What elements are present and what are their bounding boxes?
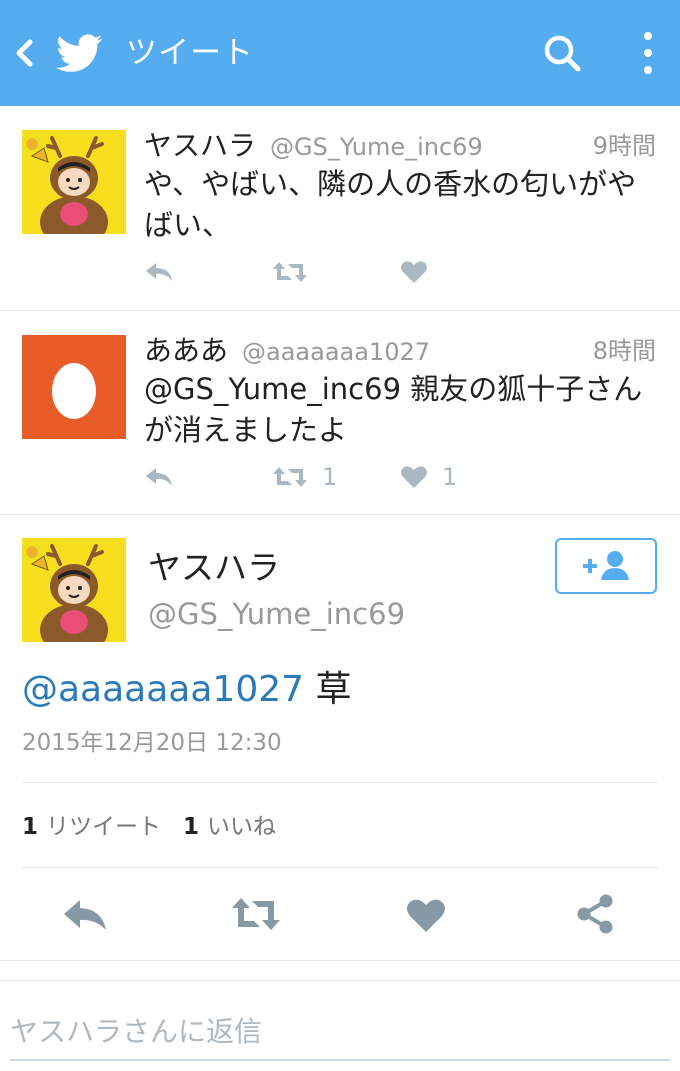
tweet-item[interactable]: あああ @aaaaaaa1027 8時間 @GS_Yume_inc69 親友の狐… (0, 311, 680, 515)
reply-button[interactable] (144, 254, 174, 290)
add-user-icon (583, 551, 629, 580)
reply-icon (146, 468, 172, 486)
like-count: 1 (442, 463, 458, 491)
retweet-count: 1 (322, 463, 338, 491)
retweet-count: 1 (22, 814, 39, 840)
reply-composer (0, 980, 680, 1071)
detail-author-handle: @GS_Yume_inc69 (148, 597, 406, 631)
tweet-text: @GS_Yume_inc69 親友の狐十子さんが消えましたよ (144, 372, 643, 447)
tweet-author-handle: @aaaaaaa1027 (242, 338, 431, 366)
heart-icon (401, 261, 427, 283)
twitter-bird-icon (56, 30, 104, 76)
divider (0, 960, 680, 961)
tweet-author-name[interactable]: ヤスハラ (144, 128, 256, 164)
detail-tweet-text: @aaaaaaa1027 草 (22, 666, 352, 714)
like-label[interactable]: いいね (207, 814, 276, 840)
heart-icon (401, 466, 427, 488)
reply-button[interactable] (62, 890, 108, 938)
follow-button[interactable] (555, 538, 657, 594)
default-egg-avatar[interactable] (22, 335, 126, 439)
heart-icon (407, 899, 445, 932)
retweet-label[interactable]: リツイート (46, 814, 161, 840)
tweet-stats: 1 リツイート 1 いいね (22, 810, 276, 844)
more-vertical-icon[interactable] (630, 26, 666, 80)
detail-timestamp: 2015年12月20日 12:30 (22, 730, 282, 756)
like-button[interactable]: 1 (400, 459, 457, 495)
search-icon[interactable] (538, 30, 586, 76)
retweet-icon (232, 898, 280, 930)
reply-icon (146, 263, 172, 281)
tweet-timestamp: 8時間 (592, 337, 656, 365)
like-count: 1 (183, 814, 200, 840)
like-button[interactable] (400, 254, 442, 290)
chevron-left-icon[interactable] (8, 30, 48, 76)
share-icon (577, 894, 613, 934)
tweet-author-name[interactable]: あああ (144, 333, 228, 369)
retweet-button[interactable] (230, 890, 282, 938)
detail-author-name[interactable]: ヤスハラ (148, 546, 280, 590)
retweet-button[interactable] (272, 254, 322, 290)
like-button[interactable] (406, 890, 446, 938)
tweet-author-handle: @GS_Yume_inc69 (270, 133, 483, 161)
avatar[interactable] (22, 538, 126, 642)
retweet-icon (273, 262, 307, 282)
page-title: ツイート (126, 35, 254, 71)
tweet-text: や、やばい、隣の人の香水の匂いがやばい、 (144, 167, 637, 242)
reply-input[interactable] (10, 1003, 670, 1061)
retweet-icon (273, 467, 307, 487)
divider (22, 782, 658, 783)
tweet-timestamp: 9時間 (592, 132, 656, 160)
avatar[interactable] (22, 130, 126, 234)
detail-tweet-body: 草 (304, 669, 352, 710)
retweet-button[interactable]: 1 (272, 459, 337, 495)
mention-link[interactable]: @aaaaaaa1027 (22, 669, 304, 710)
reply-icon (64, 900, 106, 930)
reply-button[interactable] (144, 459, 174, 495)
share-button[interactable] (574, 890, 618, 938)
divider (22, 867, 658, 868)
tweet-item[interactable]: ヤスハラ @GS_Yume_inc69 9時間 や、やばい、隣の人の香水の匂いが… (0, 106, 680, 311)
app-header: ツイート (0, 0, 680, 106)
